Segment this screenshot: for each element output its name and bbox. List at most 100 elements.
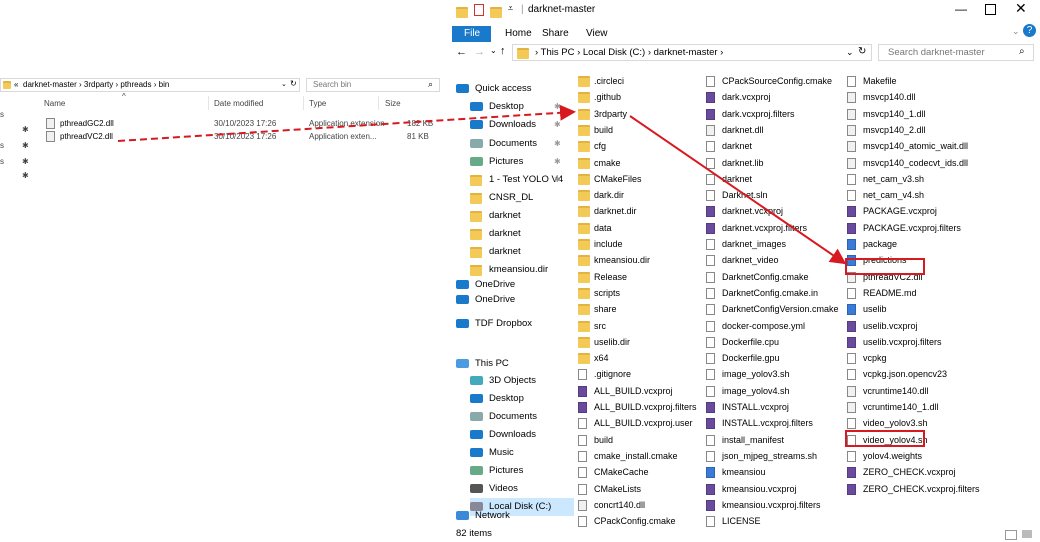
item-name: package [863,239,898,249]
up-button[interactable]: ↑ [500,45,506,57]
file-icon [847,418,856,430]
forward-button[interactable]: → [474,46,485,58]
nav-item-label: 3D Objects [489,375,536,386]
qat-dropdown-icon[interactable]: ⩡ [508,3,513,14]
item-name: darknet.dir [594,206,637,217]
minimize-button[interactable]: — [955,2,967,16]
left-search-box[interactable]: Search bin ⌕ [306,78,440,92]
nav-item-label: darknet [489,228,521,239]
overflow-chevron-icon[interactable]: « [14,80,18,89]
maximize-button[interactable] [985,4,996,15]
chevron-down-icon[interactable]: ⌄ [846,47,854,58]
cube-icon [470,376,483,385]
item-name: dark.vcxproj.filters [722,108,795,119]
item-name: uselib [863,304,887,315]
vcxproj-file-icon [847,336,856,348]
file-icon [578,418,587,430]
item-name: PACKAGE.vcxproj [863,206,937,217]
breadcrumb-item[interactable]: This PC [541,47,575,58]
item-name: darknet.vcxproj [722,206,784,217]
breadcrumb-item[interactable]: Local Disk (C:) [583,47,645,58]
item-name: msvcp140_1.dll [863,108,926,119]
item-name: darknet_video [722,255,779,266]
search-icon[interactable]: ⌕ [1019,46,1025,57]
item-name: CPackSourceConfig.cmake [722,76,833,86]
item-name: uselib.vcxproj.filters [863,336,942,347]
file-icon [706,190,715,202]
dll-file-icon [847,402,856,413]
dll-file-icon [46,118,55,129]
nav-item-label: This PC [475,358,509,369]
item-name: DarknetConfigVersion.cmake [722,304,839,315]
item-name: net_cam_v3.sh [863,173,925,184]
file-icon [847,353,856,365]
details-view-icon[interactable] [1005,530,1017,540]
item-name: kmeansiou.dir [594,255,651,266]
file-name: pthreadGC2.dll [60,119,114,128]
search-placeholder: Search darknet-master [888,47,985,58]
pin-icon[interactable]: ✱ [554,153,561,171]
pin-icon[interactable]: ✱ [554,171,561,189]
dll-file-icon [847,157,856,169]
item-name: darknet.lib [722,157,764,168]
item-name: CMakeCache [594,467,649,478]
tab-home[interactable]: Home [505,28,532,39]
image-file-icon [706,467,715,479]
item-name: Dockerfile.cpu [722,336,780,347]
search-box[interactable]: Search darknet-master ⌕ [878,44,1034,61]
item-name: DarknetConfig.cmake.in [722,287,819,298]
dll-file-icon [706,124,715,136]
folder-icon [3,81,11,89]
table-row[interactable]: pthreadGC2.dll 30/10/2023 17:26 Applicat… [44,118,440,130]
table-row[interactable]: pthreadVC2.dll 30/10/2023 17:26 Applicat… [44,131,440,143]
refresh-icon[interactable]: ↻ [290,79,297,88]
column-header-name[interactable]: Name [44,99,65,108]
vcxproj-file-icon [706,222,715,234]
left-address-bar[interactable]: « darknet-master › 3rdparty › pthreads ›… [0,78,300,92]
nav-item-label: Documents [489,411,538,422]
vcxproj-file-icon [706,483,715,495]
folder-icon [578,190,590,202]
sidebar-fragment: s [0,157,4,166]
chevron-down-icon[interactable]: ⌄ [281,80,287,88]
item-name: Dockerfile.gpu [722,353,780,364]
file-icon [847,173,856,185]
breadcrumb-item[interactable]: bin [159,80,170,89]
tab-view[interactable]: View [586,28,608,39]
cloud-icon [456,295,469,304]
folder-icon [470,247,482,258]
folder-icon [578,255,590,267]
nav-item-label: Documents [489,138,538,149]
back-button[interactable]: ← [456,46,467,58]
column-header-size[interactable]: Size [385,99,401,108]
breadcrumb-item[interactable]: darknet-master [654,47,718,58]
pin-icon[interactable]: ✱ [554,98,561,116]
close-button[interactable]: ✕ [1015,0,1027,17]
pin-icon[interactable]: ✱ [554,116,561,134]
search-icon[interactable]: ⌕ [428,79,433,90]
item-name: CPackConfig.cmake [594,516,676,527]
breadcrumb-item[interactable]: darknet-master [23,80,77,89]
pin-icon[interactable]: ✱ [554,135,561,153]
column-header-type[interactable]: Type [309,99,326,108]
address-bar[interactable]: › This PC › Local Disk (C:) › darknet-ma… [512,44,872,61]
pc-icon [456,359,469,368]
column-header-date[interactable]: Date modified [214,99,263,108]
properties-icon[interactable] [474,4,484,16]
large-icons-view-icon[interactable] [1022,530,1032,538]
nav-item-label: Downloads [489,429,536,440]
breadcrumb-item[interactable]: 3rdparty [84,80,113,89]
download-icon [470,430,483,439]
refresh-icon[interactable]: ↻ [858,46,866,57]
new-folder-icon[interactable] [490,7,502,18]
nav-item-label: Pictures [489,156,524,167]
item-name: kmeansiou [722,467,766,478]
breadcrumb-item[interactable]: pthreads [120,80,151,89]
help-icon[interactable]: ? [1023,24,1036,37]
recent-dropdown-icon[interactable]: ⌄ [490,46,497,55]
vcxproj-file-icon [847,206,856,218]
image-file-icon [847,304,856,316]
file-icon [706,450,715,462]
tab-share[interactable]: Share [542,28,569,39]
ribbon-expand-icon[interactable]: ⌄ [1012,26,1020,37]
